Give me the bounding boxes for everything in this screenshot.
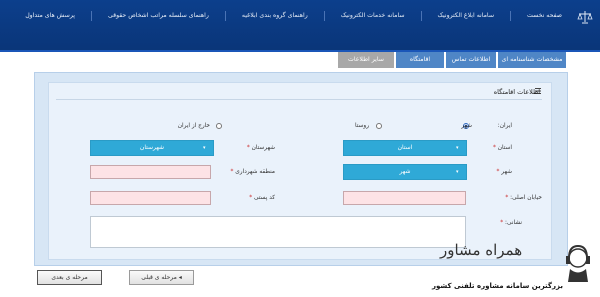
step-contact[interactable]: اطلاعات تماس xyxy=(446,52,496,68)
watermark-title: همراه مشاور xyxy=(440,241,523,259)
nav-separator xyxy=(224,11,226,21)
nav-separator xyxy=(510,11,512,21)
shahrestan-select[interactable]: شهرستان ▾ xyxy=(90,140,214,156)
mantaghe-input[interactable] xyxy=(90,165,211,179)
prev-step-button[interactable]: ◂ مرحله ی قبلی xyxy=(129,270,194,285)
radio-village-label: روستا xyxy=(355,123,369,129)
codeposti-label: کد پستی * xyxy=(249,195,275,201)
shahr-select[interactable]: شهر ▾ xyxy=(343,164,467,180)
nav-item-faq[interactable]: پرسش های متداول xyxy=(25,12,75,21)
scales-icon xyxy=(577,11,593,24)
radio-city-label: شهر xyxy=(461,123,472,129)
radio-abroad[interactable] xyxy=(216,123,222,129)
main-nav: صفحه نخست سامانه ابلاغ الکترونیک سامانه … xyxy=(25,11,562,21)
neshani-textarea[interactable] xyxy=(90,216,466,248)
chevron-down-icon: ▾ xyxy=(203,145,206,151)
step-other-info[interactable]: سایر اطلاعات xyxy=(338,52,394,68)
nav-separator xyxy=(420,11,422,21)
section-divider xyxy=(56,99,542,100)
nav-item-e-notice[interactable]: سامانه ابلاغ الکترونیک xyxy=(438,12,495,21)
nav-item-notice-grouping[interactable]: راهنمای گروه بندی ابلاغیه xyxy=(242,12,308,21)
next-step-button[interactable]: مرحله ی بعدی xyxy=(37,270,102,285)
radio-village[interactable] xyxy=(376,123,382,129)
wizard-steps: مشخصات شناسنامه ای اطلاعات تماس اقامتگاه… xyxy=(34,52,566,72)
khiaban-input[interactable] xyxy=(343,191,466,205)
top-nav-bar: صفحه نخست سامانه ابلاغ الکترونیک سامانه … xyxy=(0,0,600,52)
ostan-select[interactable]: استان ▾ xyxy=(343,140,467,156)
location-label: ایران: xyxy=(497,123,512,129)
khiaban-label: خیابان اصلی: * xyxy=(505,195,542,201)
nav-separator xyxy=(323,11,325,21)
mantaghe-label: منطقه شهرداری * xyxy=(230,169,276,175)
section-title: اطلاعات اقامتگاه xyxy=(493,88,540,96)
radio-abroad-label: خارج از ایران xyxy=(177,123,210,129)
chevron-left-icon: ◂ xyxy=(178,274,182,281)
codeposti-input[interactable] xyxy=(90,191,211,205)
chevron-down-icon: ▾ xyxy=(456,169,459,175)
nav-separator xyxy=(90,11,92,21)
step-identity[interactable]: مشخصات شناسنامه ای xyxy=(498,52,566,68)
shahr-label: شهر * xyxy=(496,169,512,175)
ostan-label: استان * xyxy=(493,145,512,151)
nav-item-e-services[interactable]: سامانه خدمات الکترونیک xyxy=(341,12,405,21)
step-residence[interactable]: اقامتگاه xyxy=(396,52,444,68)
neshani-label: نشانی: * xyxy=(500,220,522,226)
nav-item-home[interactable]: صفحه نخست xyxy=(527,12,562,21)
watermark-subtitle: بزرگترین سامانه مشاوره تلفنی کشور xyxy=(432,282,563,290)
chevron-down-icon: ▾ xyxy=(456,145,459,151)
shahrestan-label: شهرستان * xyxy=(246,145,275,151)
nav-item-legal-hierarchy[interactable]: راهنمای سلسله مراتب اشخاص حقوقی xyxy=(108,12,209,21)
